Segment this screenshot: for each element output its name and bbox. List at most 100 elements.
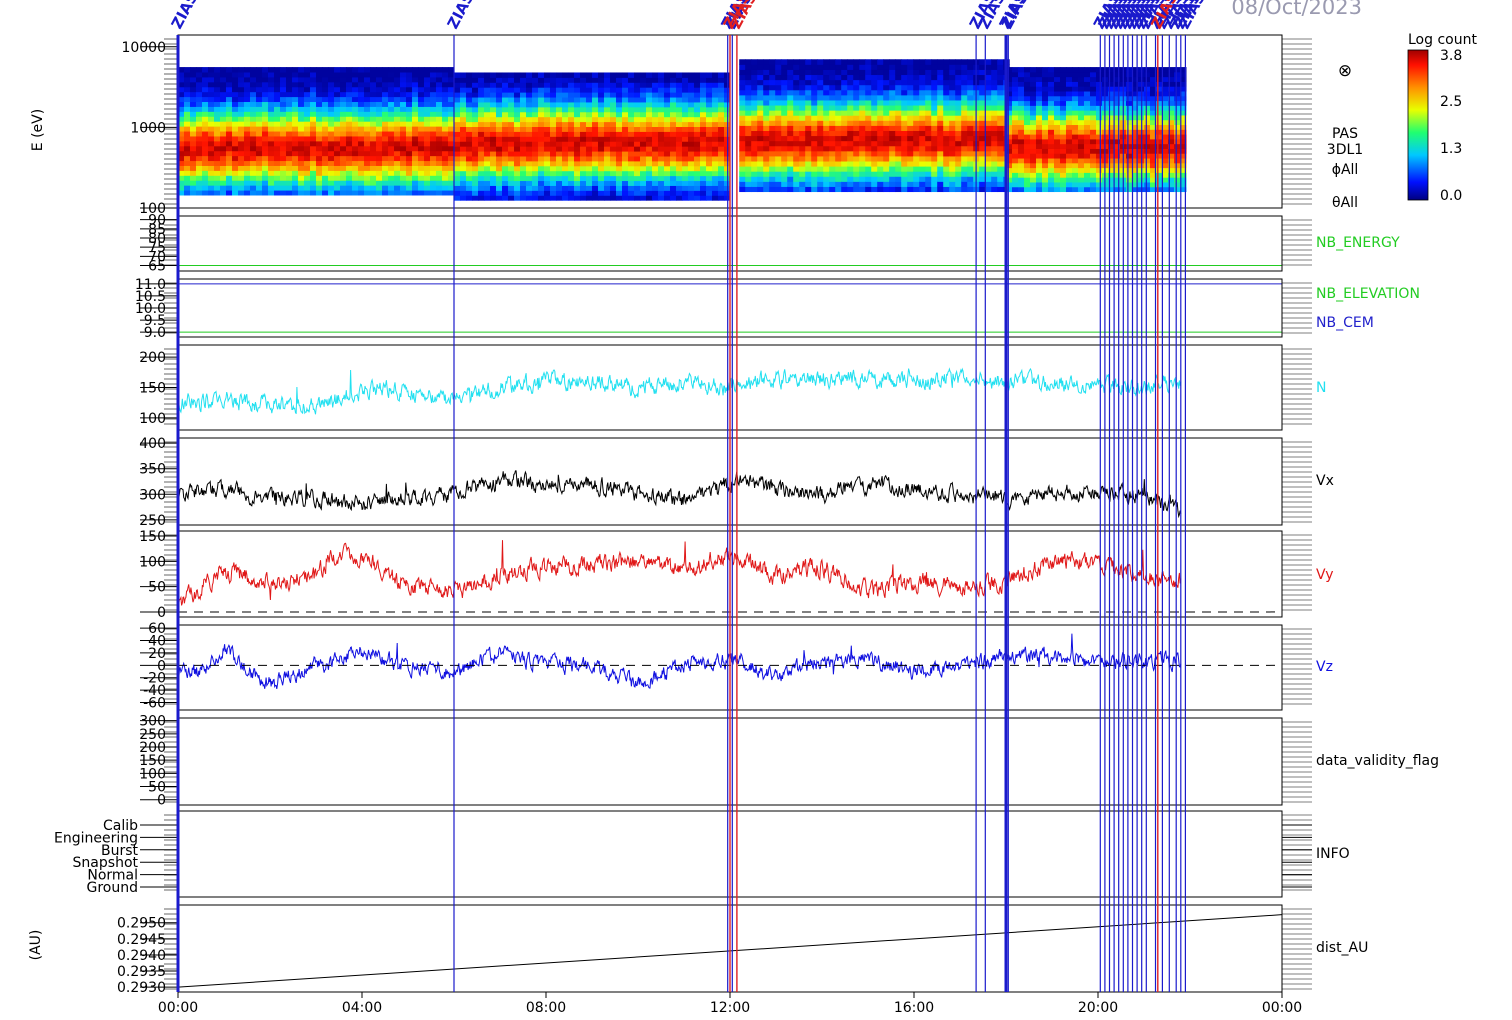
spectrogram-cell bbox=[580, 111, 587, 118]
spectrogram-cell bbox=[532, 165, 539, 172]
spectrogram-cell bbox=[400, 86, 407, 93]
spectrogram-cell bbox=[514, 185, 521, 191]
spectrogram-cell bbox=[1048, 105, 1055, 111]
spectrogram-cell bbox=[1090, 124, 1097, 130]
spectrogram-cell bbox=[256, 170, 263, 176]
spectrogram-cell bbox=[436, 180, 443, 186]
spectrogram-cell bbox=[757, 59, 764, 65]
spectrogram-cell bbox=[967, 161, 974, 167]
spectrogram-cell bbox=[1096, 158, 1103, 164]
spectrogram-cell bbox=[232, 126, 239, 132]
spectrogram-cell bbox=[256, 71, 263, 78]
spectrogram-cell bbox=[694, 116, 701, 123]
spectrogram-cell bbox=[997, 84, 1004, 91]
spectrogram-cell bbox=[739, 59, 746, 65]
spectrogram-cell bbox=[328, 155, 335, 162]
spectrogram-cell bbox=[388, 86, 395, 93]
spectrogram-cell bbox=[220, 101, 227, 107]
spectrogram-cell bbox=[718, 126, 725, 132]
spectrogram-cell bbox=[262, 160, 269, 166]
spectrogram-cell bbox=[1072, 153, 1079, 159]
spectrogram-cell bbox=[502, 155, 509, 162]
spectrogram-cell bbox=[1054, 81, 1061, 87]
spectrogram-cell bbox=[1156, 148, 1163, 154]
spectrogram-cell bbox=[997, 99, 1004, 106]
spectrogram-cell bbox=[961, 166, 968, 172]
spectrogram-cell bbox=[1096, 114, 1103, 121]
spectrogram-cell bbox=[757, 140, 764, 147]
spectrogram-cell bbox=[700, 101, 707, 108]
spectrogram-cell bbox=[490, 106, 497, 113]
spectrogram-cell bbox=[508, 136, 515, 142]
spectrogram-cell bbox=[610, 190, 617, 196]
spectrogram-cell bbox=[484, 175, 491, 182]
spectrogram-cell bbox=[592, 146, 599, 152]
spectrogram-cell bbox=[568, 131, 575, 137]
spectrogram-cell bbox=[250, 175, 257, 181]
spectrogram-cell bbox=[562, 160, 569, 167]
spectrogram-cell bbox=[604, 180, 611, 186]
spectrogram-cell bbox=[1030, 153, 1037, 159]
spectrogram-cell bbox=[358, 116, 365, 122]
spectrogram-cell bbox=[682, 126, 689, 132]
spectrogram-cell bbox=[895, 84, 902, 91]
spectrogram-cell bbox=[454, 126, 461, 132]
spectrogram-cell bbox=[466, 165, 473, 172]
spectrogram-cell bbox=[775, 94, 782, 101]
spectrogram-cell bbox=[292, 76, 299, 83]
spectrogram-cell bbox=[310, 116, 317, 122]
spectrogram-cell bbox=[895, 64, 902, 70]
spectrogram-cell bbox=[925, 110, 932, 116]
spectrogram-cell bbox=[430, 185, 437, 191]
spectrogram-cell bbox=[610, 97, 617, 103]
spectrogram-cell bbox=[883, 181, 890, 187]
spectrogram-cell bbox=[1066, 100, 1073, 106]
spectrogram-cell bbox=[430, 180, 437, 186]
spectrogram-cell bbox=[769, 89, 776, 96]
spectrogram-cell bbox=[775, 69, 782, 76]
spectrogram-cell bbox=[292, 67, 299, 73]
spectrogram-cell bbox=[967, 105, 974, 111]
spectrogram-cell bbox=[286, 71, 293, 78]
spectrogram-cell bbox=[436, 126, 443, 132]
spectrogram-cell bbox=[1018, 91, 1025, 97]
spectrogram-cell bbox=[388, 121, 395, 127]
spectrogram-cell bbox=[1096, 81, 1103, 87]
spectrogram-cell bbox=[841, 125, 848, 131]
spectrogram-cell bbox=[574, 180, 581, 186]
spectrogram-cell bbox=[502, 77, 509, 83]
spectrogram-cell bbox=[1090, 167, 1097, 173]
spectrogram-cell bbox=[949, 79, 956, 86]
spectrogram-cell bbox=[1144, 100, 1151, 106]
spectrogram-cell bbox=[961, 145, 968, 152]
spectrogram-cell bbox=[214, 76, 221, 83]
spectrogram-cell bbox=[871, 79, 878, 86]
spectrogram-cell bbox=[466, 195, 473, 201]
spectrogram-cell bbox=[865, 64, 872, 70]
spectrogram-cell bbox=[268, 145, 275, 152]
spectrogram-cell bbox=[298, 175, 305, 181]
spectrogram-cell bbox=[1054, 143, 1061, 149]
spectrogram-cell bbox=[688, 101, 695, 108]
spectrogram-cell bbox=[598, 155, 605, 162]
spectrogram-cell bbox=[538, 97, 545, 103]
spectrogram-cell bbox=[652, 195, 659, 201]
spectrogram-cell bbox=[823, 89, 830, 96]
spectrogram-cell bbox=[1060, 100, 1067, 106]
spectrogram-cell bbox=[352, 135, 359, 142]
spectrogram-cell bbox=[592, 190, 599, 196]
spectrogram-cell bbox=[1156, 71, 1163, 78]
spectrogram-cell bbox=[520, 136, 527, 142]
spectrogram-cell bbox=[913, 171, 920, 177]
spectrogram-cell bbox=[682, 160, 689, 167]
spectrogram-cell bbox=[256, 175, 263, 181]
spectrogram-cell bbox=[1144, 143, 1151, 149]
spectrogram-cell bbox=[592, 170, 599, 177]
spectrogram-cell bbox=[430, 145, 437, 152]
spectrogram-cell bbox=[739, 150, 746, 157]
spectrogram-cell bbox=[418, 101, 425, 107]
spectrogram-cell bbox=[610, 92, 617, 98]
spectrogram-cell bbox=[550, 136, 557, 142]
spectrogram-cell bbox=[751, 181, 758, 187]
spectrogram-cell bbox=[394, 116, 401, 122]
